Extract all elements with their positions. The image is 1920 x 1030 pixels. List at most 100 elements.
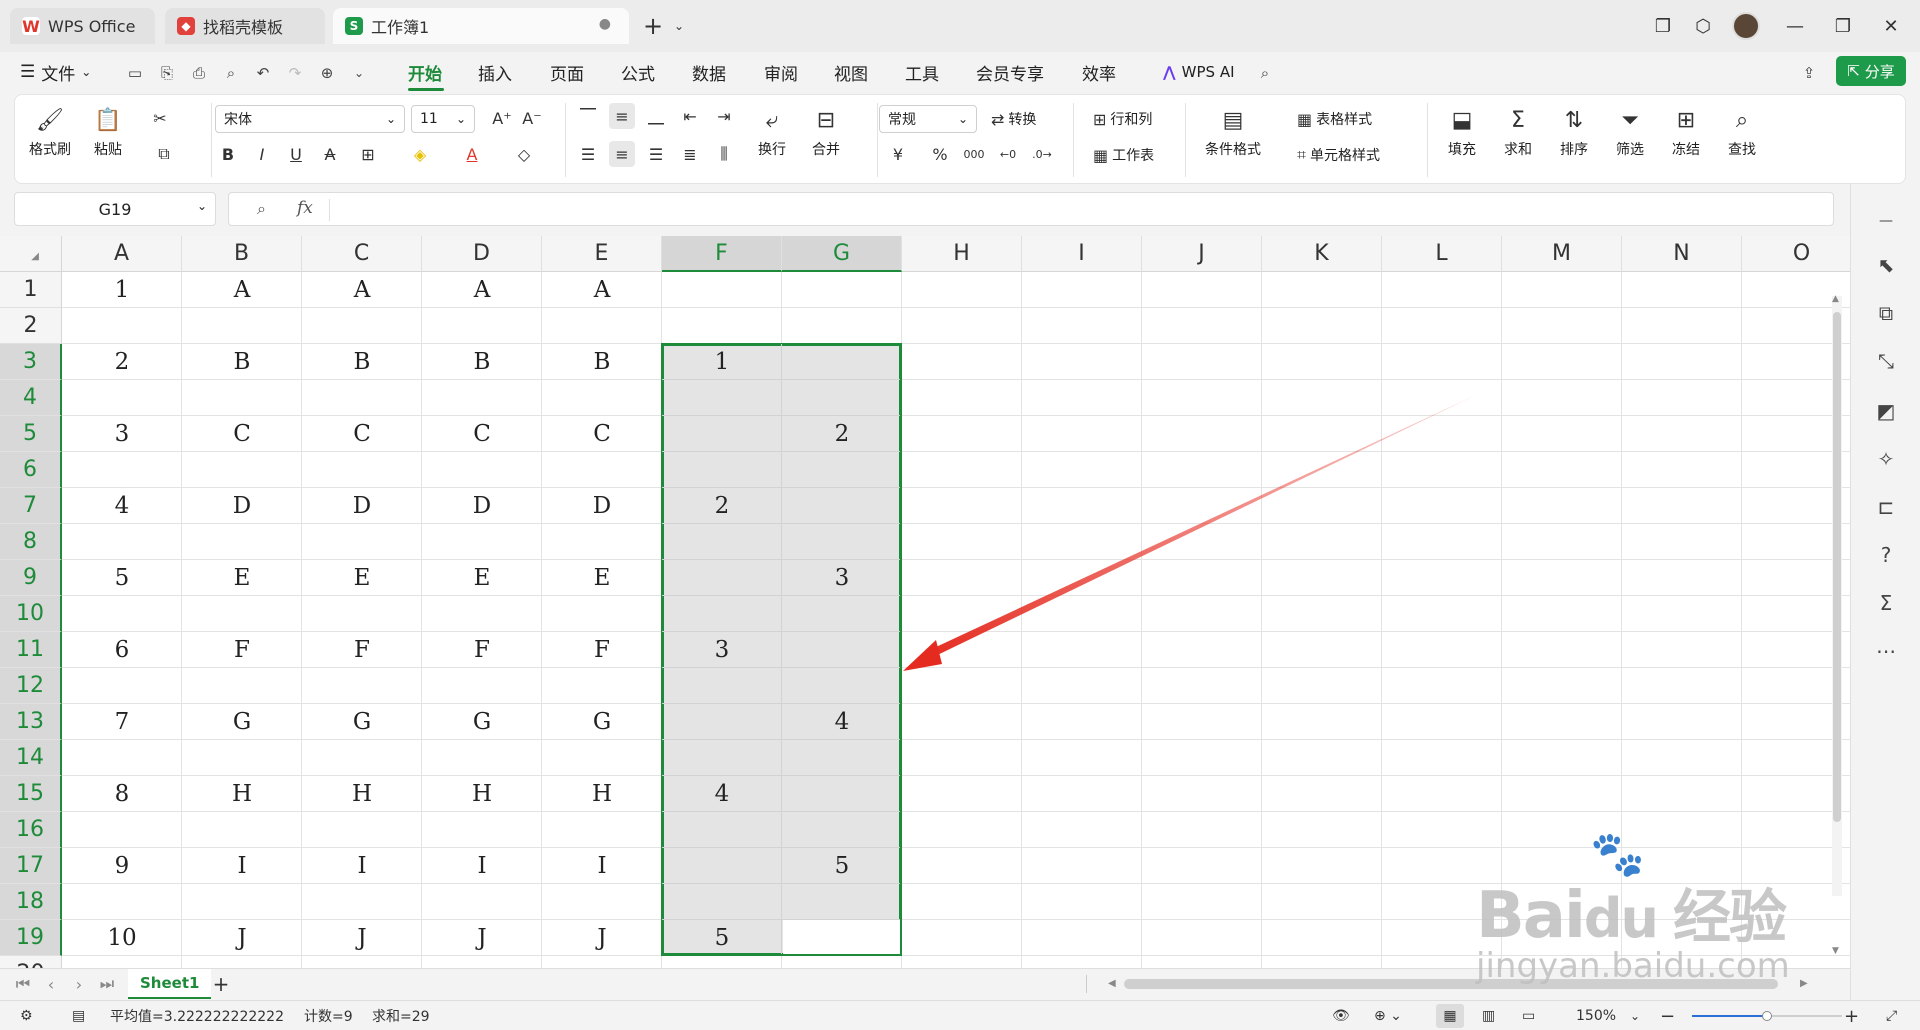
- convert-button[interactable]: ⇄ 转换: [991, 105, 1036, 133]
- avatar[interactable]: [1732, 12, 1760, 40]
- scroll-right-icon[interactable]: ▶: [1800, 978, 1808, 989]
- shape-icon[interactable]: ◩: [1869, 394, 1903, 428]
- justify-icon[interactable]: ≣: [677, 141, 703, 167]
- strikethrough-icon[interactable]: A: [317, 141, 343, 167]
- menu-home[interactable]: 开始: [408, 56, 442, 88]
- merge-button[interactable]: ⊟ 合并: [811, 105, 841, 159]
- align-top-icon[interactable]: ⎺: [575, 103, 601, 129]
- currency-icon[interactable]: ¥: [885, 141, 911, 167]
- font-size-select[interactable]: 11 ⌄: [411, 105, 475, 133]
- resize-icon[interactable]: ⤡: [1869, 344, 1903, 378]
- sum-button[interactable]: Σ 求和: [1503, 105, 1533, 159]
- conditional-format-button[interactable]: ▤ 条件格式: [1205, 105, 1261, 159]
- font-color-icon[interactable]: A: [459, 141, 485, 167]
- decrease-font-icon[interactable]: A⁻: [519, 105, 545, 131]
- align-right-icon[interactable]: ☰: [643, 141, 669, 167]
- macro-icon[interactable]: ⚙: [20, 1006, 33, 1026]
- window-list-icon[interactable]: ❐: [1648, 12, 1678, 40]
- help-icon[interactable]: ?: [1869, 538, 1903, 572]
- select-cursor-icon[interactable]: ⬉: [1869, 248, 1903, 282]
- restore-icon[interactable]: ❐: [1828, 12, 1858, 40]
- scroll-left-icon[interactable]: ◀: [1108, 978, 1116, 989]
- share-button[interactable]: ⇱ 分享: [1836, 56, 1906, 86]
- book-icon[interactable]: ⊏: [1869, 490, 1903, 524]
- fill-color-icon[interactable]: ◈: [407, 141, 433, 167]
- underline-icon[interactable]: U: [283, 141, 309, 167]
- zoom-in-icon[interactable]: +: [1844, 1006, 1859, 1027]
- minimize-icon[interactable]: —: [1780, 12, 1810, 40]
- fx-icon[interactable]: fx: [297, 198, 313, 218]
- clear-format-icon[interactable]: ◇: [511, 141, 537, 167]
- formula-sum-icon[interactable]: Σ: [1869, 586, 1903, 620]
- increase-decimal-icon[interactable]: ←0: [995, 141, 1021, 167]
- prev-sheet-icon[interactable]: ‹: [40, 973, 62, 995]
- export-icon[interactable]: ⎘: [156, 62, 178, 84]
- first-sheet-icon[interactable]: ⏮: [12, 973, 34, 995]
- copy-icon[interactable]: ⧉: [151, 141, 177, 167]
- view-mode-icon[interactable]: ⊕ ⌄: [1374, 1006, 1402, 1026]
- thousands-icon[interactable]: 000: [961, 141, 987, 167]
- adjust-icon[interactable]: ⧉: [1869, 296, 1903, 330]
- print-icon[interactable]: ⎙: [188, 62, 210, 84]
- menu-data[interactable]: 数据: [692, 56, 726, 88]
- wps-ai-button[interactable]: ⋀ WPS AI: [1163, 56, 1235, 88]
- paste-button[interactable]: 📋 粘贴: [93, 105, 123, 159]
- menu-member[interactable]: 会员专享: [976, 56, 1044, 88]
- increase-font-icon[interactable]: A⁺: [489, 105, 515, 131]
- table-style-button[interactable]: ▦ 表格样式: [1297, 105, 1372, 133]
- format-painter-button[interactable]: 🖌 格式刷: [29, 105, 71, 159]
- align-middle-icon[interactable]: ≡: [609, 103, 635, 129]
- sort-button[interactable]: ⇅ 排序: [1559, 105, 1589, 159]
- menu-formula[interactable]: 公式: [621, 56, 655, 88]
- freeze-button[interactable]: ⊞ 冻结: [1671, 105, 1701, 159]
- filter-button[interactable]: ⏷ 筛选: [1615, 105, 1645, 159]
- cell-style-button[interactable]: ⌗ 单元格样式: [1297, 141, 1380, 169]
- zoom-formula-icon[interactable]: ⌕: [257, 199, 266, 219]
- cloud-upload-icon[interactable]: ⇪: [1798, 62, 1820, 84]
- menu-view[interactable]: 视图: [834, 56, 868, 88]
- italic-icon[interactable]: I: [249, 141, 275, 167]
- page-break-icon[interactable]: ▭: [1522, 1006, 1535, 1026]
- align-center-icon[interactable]: ≡: [609, 141, 635, 167]
- unsaved-dot-icon[interactable]: ●: [599, 16, 611, 32]
- add-sheet-icon[interactable]: +: [210, 972, 232, 996]
- border-icon[interactable]: ⊞: [355, 141, 381, 167]
- align-bottom-icon[interactable]: ⎽: [643, 103, 669, 129]
- new-doc-icon[interactable]: ⊕: [316, 62, 338, 84]
- save-icon[interactable]: ▭: [124, 62, 146, 84]
- eye-protection-icon[interactable]: 👁: [1332, 1006, 1350, 1026]
- decrease-decimal-icon[interactable]: .0→: [1029, 141, 1055, 167]
- more-icon[interactable]: ⋯: [1869, 634, 1903, 668]
- fill-button[interactable]: ⬓ 填充: [1447, 105, 1477, 159]
- chevron-down-icon[interactable]: ⌄: [664, 12, 694, 40]
- zoom-slider-thumb[interactable]: [1762, 1011, 1772, 1021]
- zoom-out-icon[interactable]: −: [1660, 1006, 1675, 1027]
- number-format-select[interactable]: 常规 ⌄: [879, 105, 977, 133]
- tab-wps-office[interactable]: W WPS Office: [10, 8, 155, 44]
- zoom-level[interactable]: 150%: [1576, 1006, 1616, 1026]
- file-menu[interactable]: ☰ 文件 ⌄: [20, 56, 91, 88]
- tab-workbook[interactable]: S 工作簿1 ●: [333, 8, 629, 44]
- sheet-tab-sheet1[interactable]: Sheet1: [128, 969, 212, 999]
- fullscreen-icon[interactable]: ⤢: [1886, 1006, 1897, 1026]
- customize-chevron-icon[interactable]: ⌄: [348, 62, 370, 84]
- menu-efficiency[interactable]: 效率: [1082, 56, 1116, 88]
- spreadsheet-grid[interactable]: ◢ ABCDEFGHIJKLMNO 1 2 3 4 5 6 7 8 9 10 11 12 13 14 15 1…: [0, 236, 1850, 968]
- bold-icon[interactable]: B: [215, 141, 241, 167]
- align-left-icon[interactable]: ☰: [575, 141, 601, 167]
- find-button[interactable]: ⌕ 查找: [1727, 105, 1757, 159]
- next-sheet-icon[interactable]: ›: [68, 973, 90, 995]
- sheet-info-icon[interactable]: ▤: [72, 1006, 85, 1026]
- print-preview-icon[interactable]: ⌕: [220, 62, 242, 84]
- percent-icon[interactable]: %: [927, 141, 953, 167]
- undo-icon[interactable]: ↶: [252, 62, 274, 84]
- menu-tools[interactable]: 工具: [905, 56, 939, 88]
- name-box[interactable]: G19 ⌄: [14, 192, 216, 226]
- page-layout-icon[interactable]: ▥: [1482, 1006, 1495, 1026]
- search-icon[interactable]: ⌕: [1254, 62, 1276, 84]
- font-name-select[interactable]: 宋体 ⌄: [215, 105, 405, 133]
- redo-icon[interactable]: ↷: [284, 62, 306, 84]
- distributed-icon[interactable]: ⫼: [711, 141, 737, 167]
- menu-page[interactable]: 页面: [550, 56, 584, 88]
- normal-view-icon[interactable]: ▦: [1436, 1004, 1464, 1028]
